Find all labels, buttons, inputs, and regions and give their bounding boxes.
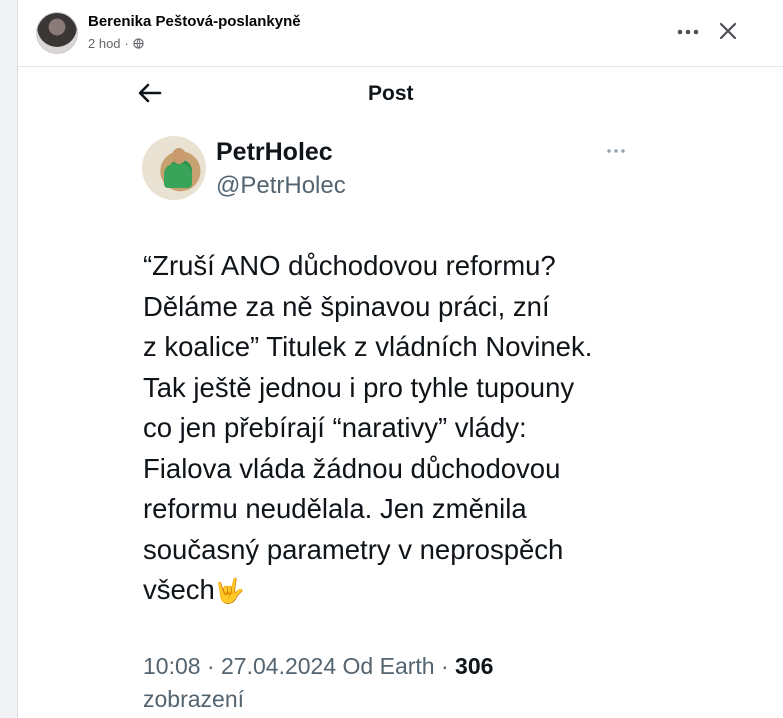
tweet-screenshot: Post PetrHolec @PetrHolec “Zruší ANO důc… — [106, 68, 666, 718]
tweet-views-label: zobrazení — [143, 686, 245, 712]
tweet-views-count: 306 — [455, 653, 494, 679]
tweet-header-title: Post — [368, 82, 414, 105]
more-horizontal-icon — [607, 149, 625, 153]
post-meta: 2 hod · — [88, 36, 144, 51]
meta-separator: · — [124, 36, 129, 51]
globe-icon — [133, 38, 144, 49]
tweet-body: “Zruší ANO důchodovou reformu? Děláme za… — [143, 250, 593, 605]
tweet-time: 10:08 — [143, 653, 201, 679]
tweet-date: 27.04.2024 — [221, 653, 337, 679]
tweet-author-name: PetrHolec — [216, 138, 333, 166]
tweet-author-handle: @PetrHolec — [216, 172, 346, 199]
author-avatar[interactable] — [36, 12, 78, 54]
close-icon — [719, 22, 737, 40]
author-name[interactable]: Berenika Peštová-poslankyně — [88, 13, 301, 30]
post-header: Berenika Peštová-poslankyně 2 hod · — [18, 0, 783, 67]
rock-hand-emoji: 🤟 — [214, 578, 245, 605]
post-time[interactable]: 2 hod — [88, 36, 121, 51]
tweet-footer: 10:08 · 27.04.2024 Od Earth · 306 zobraz… — [143, 653, 494, 712]
arrow-left-icon — [138, 83, 162, 103]
tweet-text: “Zruší ANO důchodovou reformu? Děláme za… — [143, 246, 643, 613]
more-options-button[interactable] — [670, 16, 706, 48]
tweet-source: Od Earth — [342, 653, 435, 679]
tweet-author-avatar — [142, 136, 206, 200]
facebook-post-card: Berenika Peštová-poslankyně 2 hod · Post — [17, 0, 783, 718]
more-horizontal-icon — [677, 29, 699, 35]
close-button[interactable] — [710, 13, 746, 49]
